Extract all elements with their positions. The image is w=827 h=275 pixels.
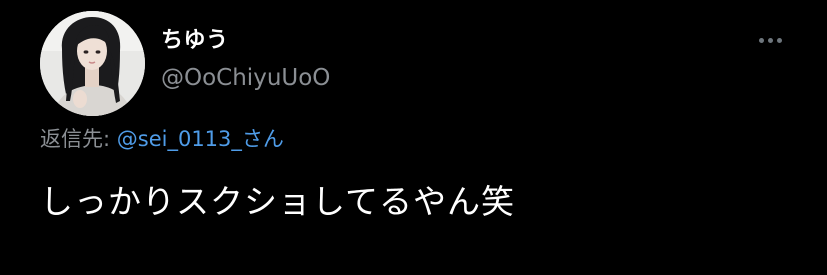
user-handle[interactable]: @OoChiyuUoO: [161, 62, 330, 94]
more-horizontal-icon: [758, 37, 764, 43]
avatar-photo: [40, 11, 145, 116]
display-name[interactable]: ちゆう: [161, 26, 229, 56]
more-horizontal-icon-dot-3: [776, 37, 782, 43]
more-horizontal-icon-dot-2: [767, 37, 773, 43]
reply-mention-link[interactable]: @sei_0113_さん: [117, 127, 284, 151]
avatar[interactable]: [40, 11, 145, 116]
tweet-text: しっかりスクショしてるやん笑: [40, 182, 516, 221]
more-options-button[interactable]: [752, 28, 788, 52]
tweet-card: ちゆう @OoChiyuUoO 返信先: @sei_0113_さん しっかりスク…: [0, 0, 827, 275]
reply-context: 返信先: @sei_0113_さん: [40, 124, 284, 154]
reply-to-label: 返信先:: [40, 127, 117, 151]
